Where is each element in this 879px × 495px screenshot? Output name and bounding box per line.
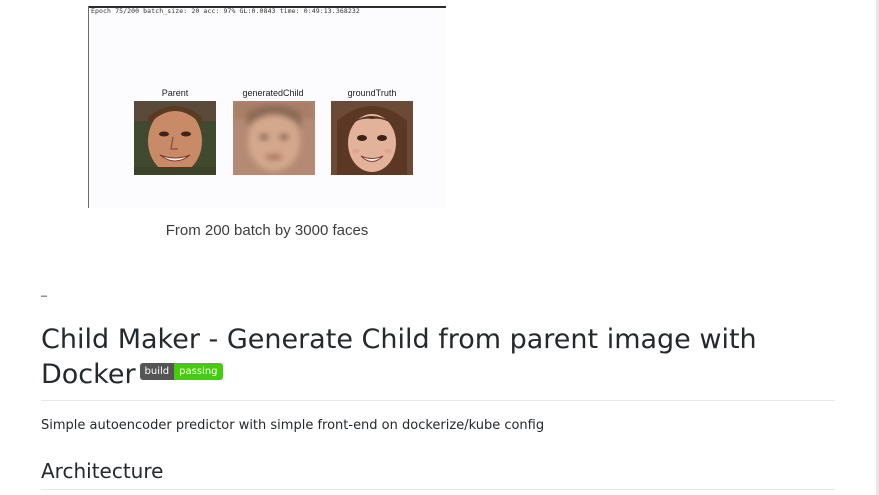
parent-label: Parent	[161, 88, 189, 98]
figure-left-rule	[88, 6, 89, 208]
badge-label: build	[139, 363, 175, 380]
build-status-badge[interactable]: build passing	[139, 363, 223, 380]
generated-child-label: generatedChild	[242, 88, 304, 98]
separator-dash: –	[41, 290, 48, 302]
page-title-text: Child Maker - Generate Child from parent…	[41, 324, 757, 390]
parent-face-image	[134, 101, 216, 175]
section-heading-architecture: Architecture	[41, 459, 164, 483]
figure-caption: From 200 batch by 3000 faces	[165, 222, 369, 239]
generated-child-face-image	[233, 101, 315, 175]
ground-truth-label: groundTruth	[347, 88, 397, 98]
project-description: Simple autoencoder predictor with simple…	[41, 418, 545, 433]
ground-truth-face-image	[331, 101, 413, 175]
training-result-image: Epoch 75/200 batch_size: 20 acc: 97% GL:…	[88, 6, 446, 208]
page-title: Child Maker - Generate Child from parent…	[41, 322, 841, 392]
badge-status: passing	[174, 363, 223, 380]
section-divider	[41, 489, 835, 490]
title-divider	[41, 400, 835, 401]
figure-header-text: Epoch 75/200 batch_size: 20 acc: 97% GL:…	[91, 7, 360, 15]
